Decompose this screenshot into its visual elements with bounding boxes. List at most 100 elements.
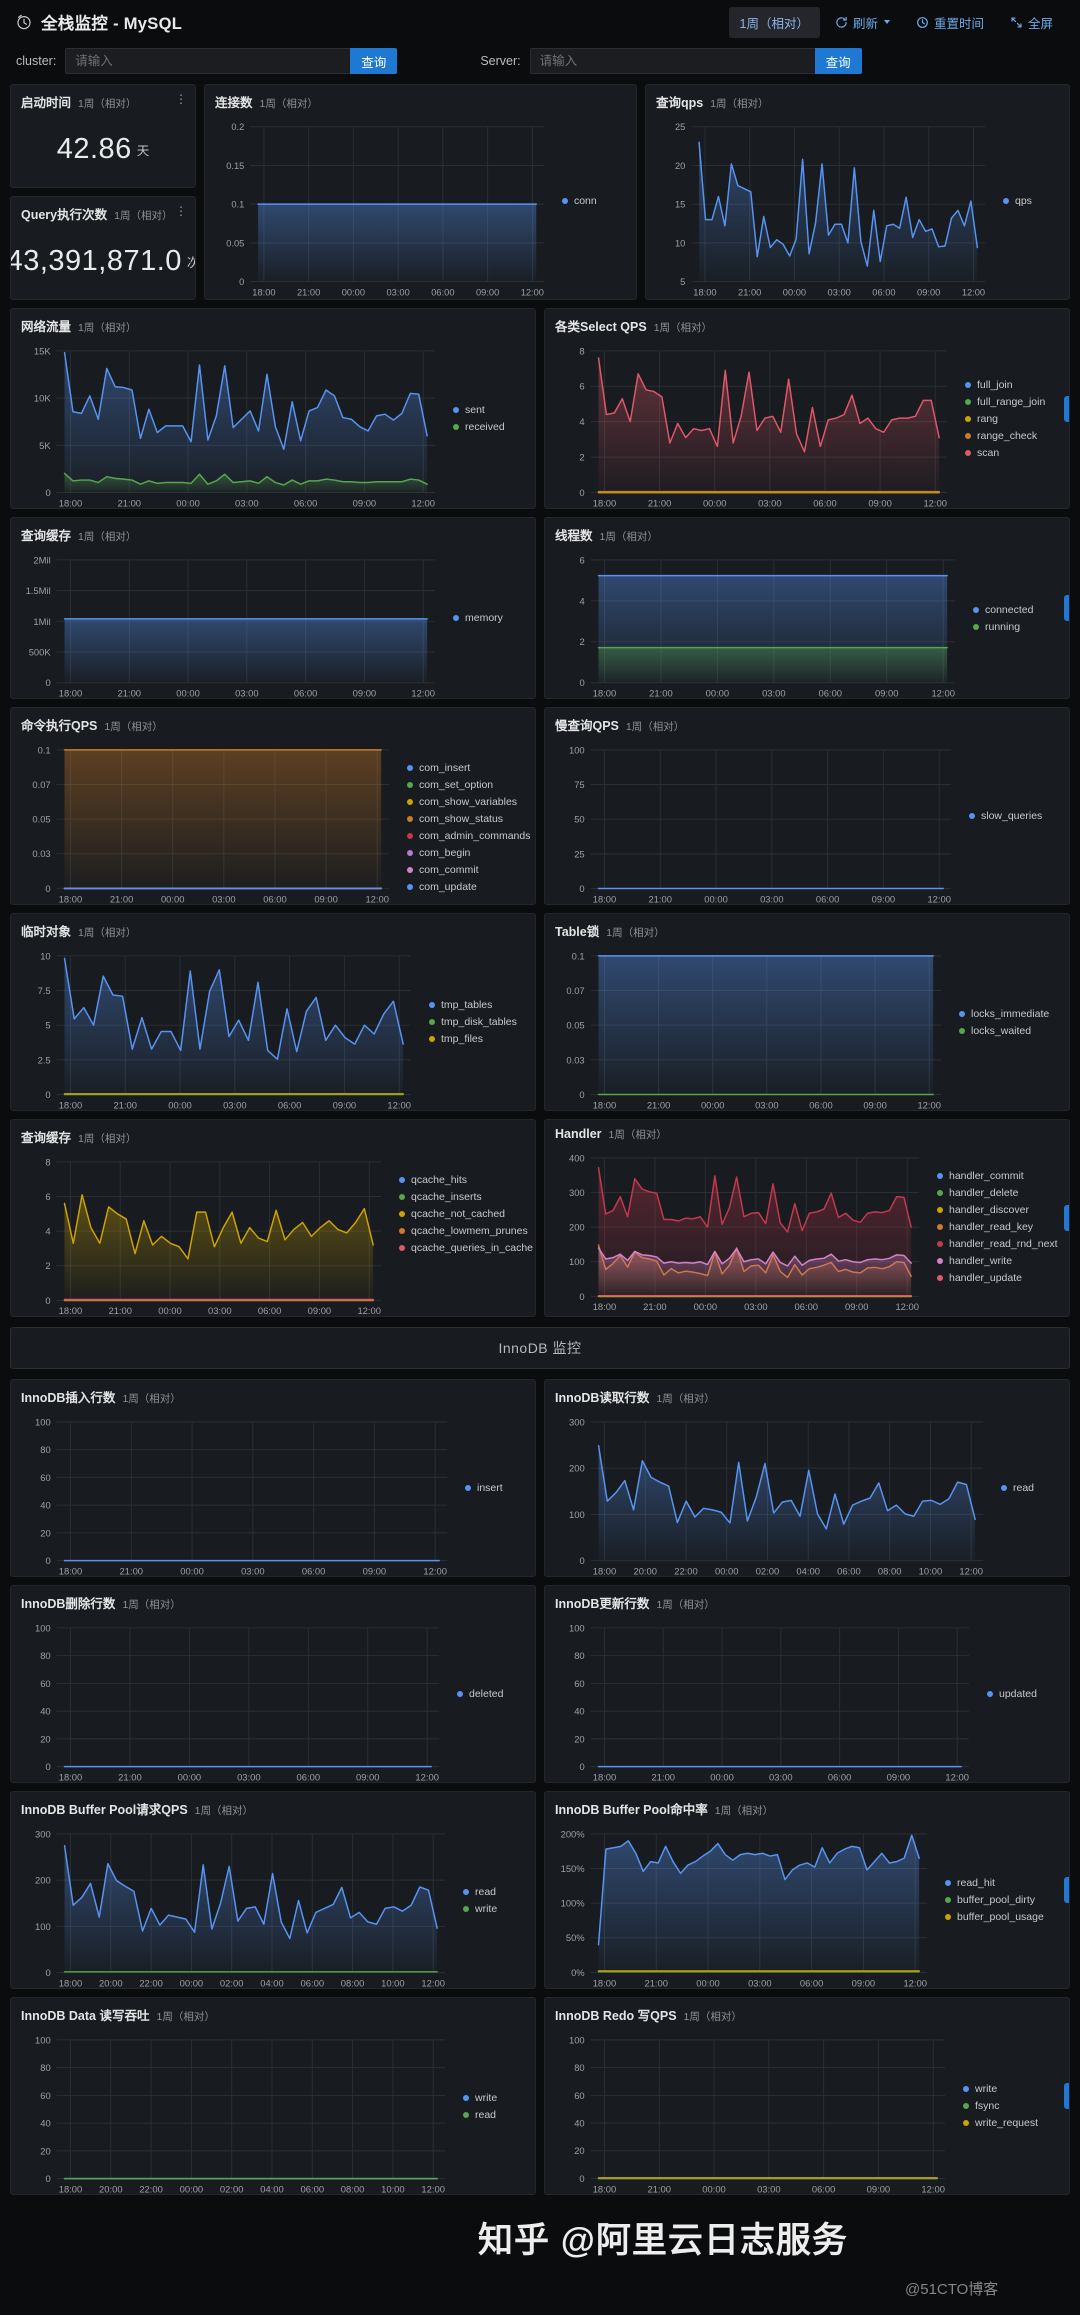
legend-item[interactable]: handler_read_key — [937, 1221, 1059, 1233]
legend-item[interactable]: write — [963, 2083, 1059, 2095]
legend-item[interactable]: read — [463, 1886, 525, 1898]
legend-item[interactable]: write — [463, 1903, 525, 1915]
legend-item[interactable]: full_join — [965, 379, 1059, 391]
panel-innodb_insert_rows[interactable]: InnoDB插入行数 1周（相对） 0 20 40 60 80 100 18:00 21:00 00… — [10, 1379, 536, 1577]
legend-item[interactable]: updated — [987, 1688, 1059, 1700]
server-input[interactable] — [529, 48, 815, 74]
cluster-query-button[interactable]: 查询 — [350, 48, 398, 74]
legend-item[interactable]: qcache_lowmem_prunes — [399, 1225, 528, 1237]
legend-item[interactable]: locks_waited — [959, 1025, 1059, 1037]
legend-item[interactable]: write — [463, 2092, 525, 2104]
cluster-input[interactable] — [65, 48, 351, 74]
legend-item[interactable]: tmp_files — [429, 1033, 525, 1045]
panel-menu-icon[interactable]: ⋮ — [174, 204, 188, 218]
panel-buffer_pool_hit_rate[interactable]: InnoDB Buffer Pool命中率 1周（相对） 0% 50% 100% 150%… — [544, 1791, 1070, 1989]
time-range-picker[interactable]: 1周（相对） — [728, 6, 820, 38]
reset-time-button[interactable]: 重置时间 — [905, 7, 995, 38]
chart-plot-area[interactable]: 0 2.5 5 7.5 10 18:00 21:00 00:00 03:00 06:00 09:00… — [17, 944, 419, 1110]
panel-select_qps[interactable]: 各类Select QPS 1周（相对） 0 2 4 6 8 18:00 21:00 00:00 03… — [544, 308, 1070, 509]
legend-item[interactable]: qcache_inserts — [399, 1191, 525, 1203]
panel-command_qps[interactable]: 命令执行QPS 1周（相对） 0 0.03 0.05 0.07 0.1 18:00 21:00 0… — [10, 707, 536, 905]
legend-item[interactable]: read — [1001, 1482, 1059, 1494]
legend-item[interactable]: range_check — [965, 430, 1059, 442]
chart-plot-area[interactable]: 0 20 40 60 80 100 18:00 21:00 00:00 03:00 06:00 09:… — [17, 1410, 455, 1576]
legend-item[interactable]: com_commit — [407, 864, 525, 876]
section-header-innodb[interactable]: InnoDB 监控 — [10, 1327, 1070, 1369]
legend-item[interactable]: tmp_disk_tables — [429, 1016, 525, 1028]
panel-menu-icon[interactable]: ⋮ — [174, 92, 188, 106]
panel-innodb_data_rw[interactable]: InnoDB Data 读写吞吐 1周（相对） 0 20 40 60 80 100 18:00 2… — [10, 1997, 536, 2195]
legend-item[interactable]: buffer_pool_dirty — [945, 1894, 1059, 1906]
chart-plot-area[interactable]: 0 500K 1Mil 1.5Mil 2Mil 18:00 21:00 00:00 03:00 0… — [17, 548, 443, 698]
legend-item[interactable]: com_update — [407, 881, 525, 893]
chart-plot-area[interactable]: 0 25 50 75 100 18:00 21:00 00:00 03:00 06:00 09:00… — [551, 738, 959, 904]
panel-tmp_objects[interactable]: 临时对象 1周（相对） 0 2.5 5 7.5 10 18:00 21:00 00:00 03:00… — [10, 913, 536, 1111]
legend-item[interactable]: qcache_not_cached — [399, 1208, 525, 1220]
legend-item[interactable]: sent — [453, 404, 525, 416]
legend-item[interactable]: handler_write — [937, 1255, 1059, 1267]
legend-item[interactable]: locks_immediate — [959, 1008, 1059, 1020]
panel-uptime[interactable]: 启动时间 1周（相对） ⋮ 42.86 天 — [10, 84, 196, 188]
panel-buffer_pool_request_qps[interactable]: InnoDB Buffer Pool请求QPS 1周（相对） 0 100 200 300 1… — [10, 1791, 536, 1989]
chart-plot-area[interactable]: 0 0.03 0.05 0.07 0.1 18:00 21:00 00:00 03:00 06:0… — [17, 738, 397, 904]
chart-plot-area[interactable]: 0 20 40 60 80 100 18:00 21:00 00:00 03:00 06:00 09:… — [551, 1616, 977, 1782]
panel-innodb_redo_write_qps[interactable]: InnoDB Redo 写QPS 1周（相对） 0 20 40 60 80 100 18:00 2… — [544, 1997, 1070, 2195]
panel-network_traffic[interactable]: 网络流量 1周（相对） 0 5K 10K 15K 18:00 21:00 00:00 03:00 0… — [10, 308, 536, 509]
panel-innodb_read_rows[interactable]: InnoDB读取行数 1周（相对） 0 100 200 300 18:00 20:00 22:0… — [544, 1379, 1070, 1577]
chart-plot-area[interactable]: 0 2 4 6 18:00 21:00 00:00 03:00 06:00 09:00 12:00 — [551, 548, 963, 698]
legend-item[interactable]: tmp_tables — [429, 999, 525, 1011]
legend-item[interactable]: qps — [1003, 195, 1059, 207]
server-query-button[interactable]: 查询 — [814, 48, 862, 74]
chart-plot-area[interactable]: 0 100 200 300 400 18:00 21:00 00:00 03:00 06:00 09… — [551, 1146, 927, 1316]
chart-plot-area[interactable]: 0 20 40 60 80 100 18:00 20:00 22:00 00:00 02:00 04:… — [17, 2028, 453, 2194]
panel-handler[interactable]: Handler 1周（相对） 0 100 200 300 400 18:00 21:00 00:0… — [544, 1119, 1070, 1317]
legend-item[interactable]: scan — [965, 447, 1059, 459]
panel-qcache[interactable]: 查询缓存 1周（相对） 0 2 4 6 8 18:00 21:00 00:00 03:00 06:00… — [10, 1119, 536, 1317]
chart-plot-area[interactable]: 0 20 40 60 80 100 18:00 21:00 00:00 03:00 06:00 09:… — [551, 2028, 953, 2194]
chart-plot-area[interactable]: 0 100 200 300 18:00 20:00 22:00 00:00 02:00 04:00… — [551, 1410, 991, 1576]
chart-plot-area[interactable]: 5 10 15 20 25 18:00 21:00 00:00 03:00 06:00 09:00 1… — [652, 115, 993, 299]
legend-item[interactable]: running — [973, 621, 1059, 633]
legend-item[interactable]: deleted — [457, 1688, 525, 1700]
legend-item[interactable]: conn — [561, 195, 626, 207]
legend-item[interactable]: handler_delete — [937, 1187, 1059, 1199]
legend-item[interactable]: full_range_join — [965, 396, 1059, 408]
panel-table_locks[interactable]: Table锁 1周（相对） 0 0.03 0.05 0.07 0.1 18:00 21:00 00… — [544, 913, 1070, 1111]
legend-item[interactable]: insert — [465, 1482, 525, 1494]
legend-item[interactable]: write_request — [963, 2117, 1059, 2129]
fullscreen-button[interactable]: 全屏 — [999, 7, 1064, 38]
panel-query_count[interactable]: Query执行次数 1周（相对）⋮ 43,391,871.0 次 — [10, 196, 196, 300]
panel-query_qps[interactable]: 查询qps 1周（相对） 5 10 15 20 25 18:00 21:00 00:00 03:00… — [644, 84, 1070, 300]
legend-item[interactable]: com_show_variables — [407, 796, 525, 808]
panel-query_cache_mem[interactable]: 查询缓存 1周（相对） 0 500K 1Mil 1.5Mil 2Mil 18:00 21:00 0… — [10, 517, 536, 699]
refresh-button[interactable]: 刷新 — [824, 7, 901, 38]
panel-innodb_update_rows[interactable]: InnoDB更新行数 1周（相对） 0 20 40 60 80 100 18:00 21:00 00… — [544, 1585, 1070, 1783]
chart-plot-area[interactable]: 0 100 200 300 18:00 20:00 22:00 00:00 02:00 04:00… — [17, 1822, 453, 1988]
chart-plot-area[interactable]: 0 2 4 6 8 18:00 21:00 00:00 03:00 06:00 09:00 12:00 — [551, 339, 955, 508]
panel-slow_query_qps[interactable]: 慢查询QPS 1周（相对） 0 25 50 75 100 18:00 21:00 00:00 03:… — [544, 707, 1070, 905]
chart-plot-area[interactable]: 0 20 40 60 80 100 18:00 21:00 00:00 03:00 06:00 09:… — [17, 1616, 447, 1782]
legend-item[interactable]: handler_discover — [937, 1204, 1059, 1216]
panel-threads[interactable]: 线程数 1周（相对） 0 2 4 6 18:00 21:00 00:00 03:00 06:00 09… — [544, 517, 1070, 699]
legend-item[interactable]: com_show_status — [407, 813, 525, 825]
legend-item[interactable]: handler_read_rnd_next — [937, 1238, 1059, 1250]
chart-plot-area[interactable]: 0 0.05 0.1 0.15 0.2 18:00 21:00 00:00 03:00 06:00… — [211, 115, 552, 299]
legend-item[interactable]: com_begin — [407, 847, 525, 859]
legend-item[interactable]: handler_update — [937, 1272, 1059, 1284]
legend-item[interactable]: read_hit — [945, 1877, 1059, 1889]
legend-item[interactable]: com_admin_commands — [407, 830, 530, 842]
legend-item[interactable]: handler_commit — [937, 1170, 1059, 1182]
legend-item[interactable]: slow_queries — [969, 810, 1059, 822]
legend-item[interactable]: received — [453, 421, 525, 433]
legend-item[interactable]: rang — [965, 413, 1059, 425]
chart-plot-area[interactable]: 0% 50% 100% 150% 200% 18:00 21:00 00:00 03:00 06:… — [551, 1822, 935, 1988]
panel-innodb_delete_rows[interactable]: InnoDB删除行数 1周（相对） 0 20 40 60 80 100 18:00 21:00 00… — [10, 1585, 536, 1783]
legend-item[interactable]: com_insert — [407, 762, 525, 774]
legend-item[interactable]: buffer_pool_usage — [945, 1911, 1059, 1923]
legend-item[interactable]: fsync — [963, 2100, 1059, 2112]
chart-plot-area[interactable]: 0 0.03 0.05 0.07 0.1 18:00 21:00 00:00 03:00 06:0… — [551, 944, 949, 1110]
legend-item[interactable]: qcache_queries_in_cache — [399, 1242, 533, 1254]
legend-item[interactable]: read — [463, 2109, 525, 2121]
legend-item[interactable]: qcache_hits — [399, 1174, 525, 1186]
chart-plot-area[interactable]: 0 2 4 6 8 18:00 21:00 00:00 03:00 06:00 09:00 12:00 — [17, 1150, 389, 1316]
